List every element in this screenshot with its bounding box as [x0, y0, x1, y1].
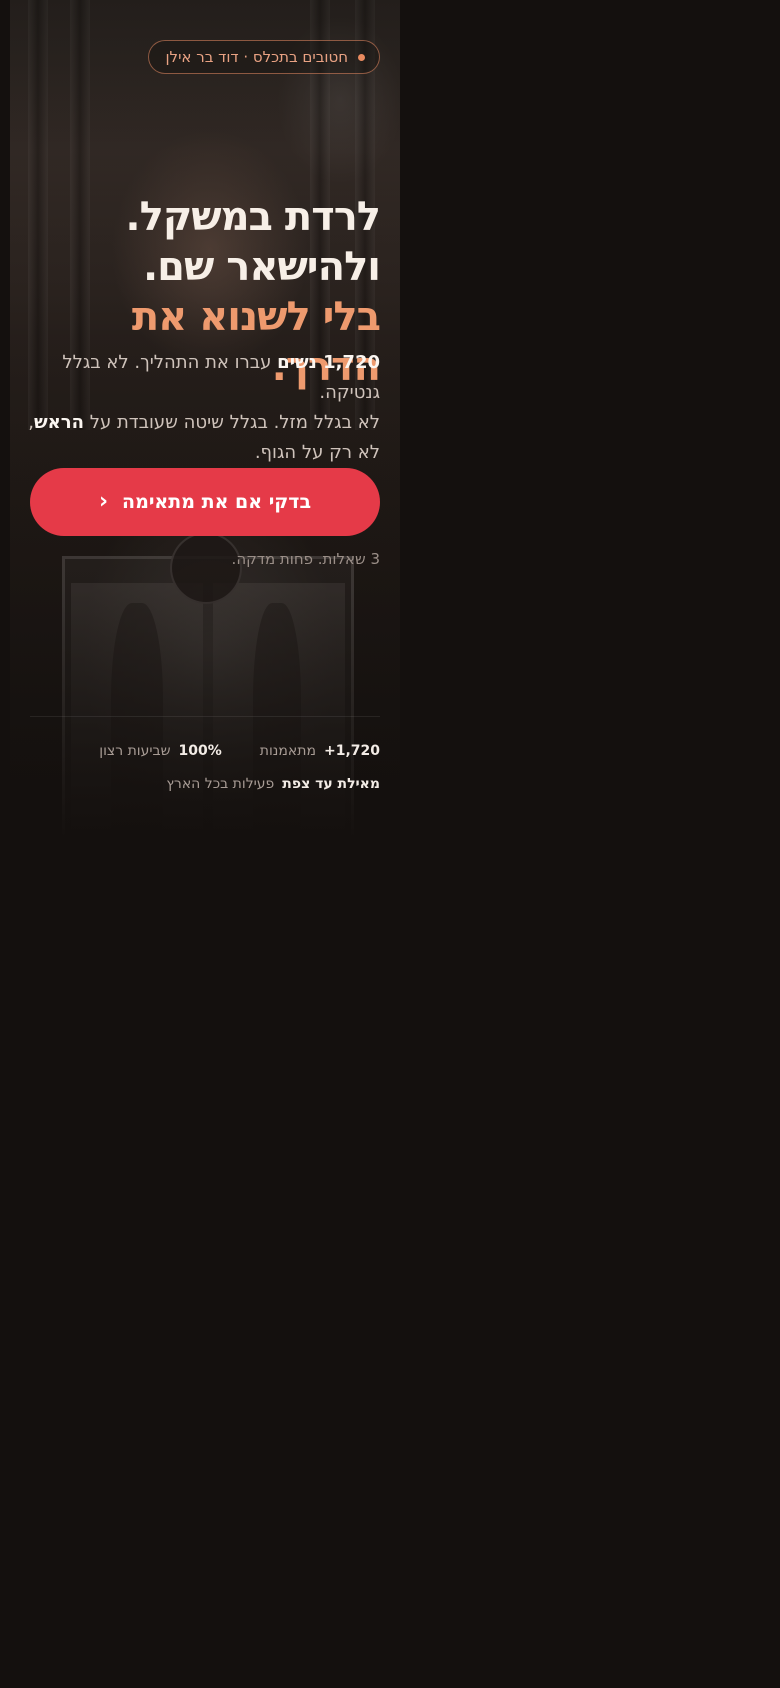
brand-badge: חטובים בתכלס · דוד בר אילן	[148, 40, 380, 74]
brand-badge-text: חטובים בתכלס · דוד בר אילן	[165, 48, 348, 66]
coverage-row: מאילת עד צפת פעילות בכל הארץ	[30, 776, 380, 792]
dot-icon	[358, 53, 365, 61]
stat-trainees: 1,720+ מתאמנות	[259, 743, 380, 759]
check-fit-button[interactable]: בדקי אם את מתאימה ‹	[30, 468, 380, 536]
check-fit-label: בדקי אם את מתאימה	[122, 491, 312, 513]
stat-coverage: מאילת עד צפת פעילות בכל הארץ	[166, 776, 380, 792]
divider	[30, 716, 380, 717]
headline-line-2: ולהישאר שם.	[142, 244, 381, 290]
subtitle: 1,720 נשים עברו את התהליך. לא בגלל גנטיק…	[28, 352, 380, 463]
headline-line-1: לרדת במשקל.	[125, 194, 381, 240]
quiz-note: 3 שאלות. פחות מדקה.	[231, 550, 380, 568]
head-emphasis: הראש	[34, 412, 84, 433]
stats-row: 1,720+ מתאמנות 100% שביעות רצון	[30, 743, 380, 759]
stat-satisfaction: 100% שביעות רצון	[99, 743, 222, 759]
women-count: 1,720 נשים	[277, 352, 380, 373]
chevron-left-icon: ‹	[98, 489, 109, 514]
